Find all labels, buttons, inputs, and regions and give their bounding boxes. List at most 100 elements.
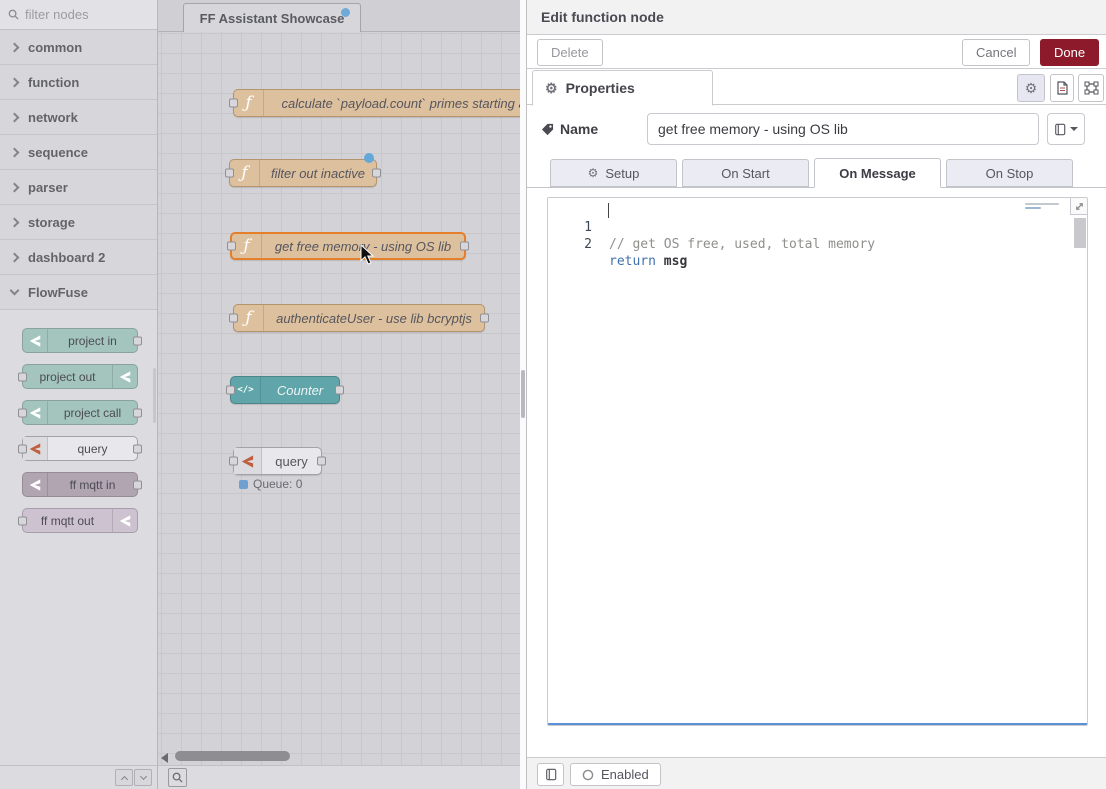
- horizontal-scrollbar[interactable]: [175, 751, 290, 761]
- function-editor-tabs: ⚙ Setup On Start On Message On Stop: [527, 158, 1106, 188]
- output-port[interactable]: [480, 314, 489, 323]
- palette-scrollbar[interactable]: [153, 368, 156, 423]
- node-query[interactable]: query: [233, 447, 322, 475]
- node-status: Queue: 0: [239, 477, 302, 491]
- tab-setup[interactable]: ⚙ Setup: [550, 159, 677, 187]
- chevron-right-icon: [10, 217, 20, 227]
- flowfuse-logo-icon: [23, 329, 48, 352]
- appearance-icon-button[interactable]: [1078, 74, 1104, 102]
- palette-category-dashboard2[interactable]: dashboard 2: [0, 240, 157, 275]
- palette-node-ff-mqtt-in[interactable]: ff mqtt in: [22, 472, 138, 497]
- palette-category-sequence[interactable]: sequence: [0, 135, 157, 170]
- tray-title: Edit function node: [527, 0, 1106, 35]
- chevron-right-icon: [10, 252, 20, 262]
- input-port[interactable]: [226, 386, 235, 395]
- output-port[interactable]: [335, 386, 344, 395]
- tab-on-start[interactable]: On Start: [682, 159, 809, 187]
- node-modified-dot: [364, 153, 374, 163]
- flowfuse-logo-icon: [112, 365, 137, 388]
- node-authenticate-user[interactable]: ƒ authenticateUser - use lib bcryptjs: [233, 304, 485, 332]
- palette-category-flowfuse[interactable]: FlowFuse: [0, 275, 157, 310]
- input-port[interactable]: [229, 457, 238, 466]
- palette-node-project-out[interactable]: project out: [22, 364, 138, 389]
- zoom-search-button[interactable]: [168, 768, 187, 787]
- library-footer-button[interactable]: [537, 763, 564, 786]
- palette-node-project-in[interactable]: project in: [22, 328, 138, 353]
- palette-category-function[interactable]: function: [0, 65, 157, 100]
- function-icon: ƒ: [234, 305, 264, 331]
- palette-category-storage[interactable]: storage: [0, 205, 157, 240]
- book-icon: [1054, 123, 1066, 136]
- properties-icon-button[interactable]: ⚙: [1017, 74, 1045, 102]
- code-editor[interactable]: 1 // get OS free, used, total memory 2 r…: [547, 197, 1088, 726]
- flow-tab-label: FF Assistant Showcase: [200, 11, 345, 26]
- gear-icon: ⚙: [545, 80, 558, 97]
- cancel-button[interactable]: Cancel: [962, 39, 1030, 66]
- chevron-down-icon: [139, 772, 146, 779]
- output-port[interactable]: [317, 457, 326, 466]
- expand-all-button[interactable]: [134, 769, 152, 786]
- palette-node-project-call[interactable]: project call: [22, 400, 138, 425]
- gear-icon: ⚙: [588, 166, 599, 180]
- node-name-input[interactable]: [647, 113, 1039, 145]
- palette-category-parser[interactable]: parser: [0, 170, 157, 205]
- input-port[interactable]: [229, 314, 238, 323]
- chevron-up-icon: [120, 775, 127, 782]
- palette-category-common[interactable]: common: [0, 30, 157, 65]
- canvas-footer: [158, 765, 520, 789]
- palette-sidebar: filter nodes common function network seq…: [0, 0, 158, 789]
- circle-toggle-icon: [582, 769, 594, 781]
- input-port[interactable]: [227, 242, 236, 251]
- flow-canvas[interactable]: ƒ calculate `payload.count` primes start…: [158, 32, 520, 765]
- input-port[interactable]: [18, 444, 27, 453]
- node-counter[interactable]: </> Counter: [230, 376, 340, 404]
- palette-category-network[interactable]: network: [0, 100, 157, 135]
- node-status-text: Queue: 0: [253, 477, 302, 491]
- flow-tab[interactable]: FF Assistant Showcase: [183, 3, 361, 33]
- scroll-left-arrow[interactable]: [161, 753, 168, 763]
- output-port[interactable]: [133, 444, 142, 453]
- input-port[interactable]: [18, 516, 27, 525]
- palette-node-ff-mqtt-out[interactable]: ff mqtt out: [22, 508, 138, 533]
- chevron-down-icon: [10, 286, 20, 296]
- tab-on-message[interactable]: On Message: [814, 158, 941, 188]
- palette-search[interactable]: filter nodes: [0, 0, 157, 30]
- palette-node-query[interactable]: query: [22, 436, 138, 461]
- node-get-free-memory[interactable]: ƒ get free memory - using OS lib: [230, 232, 466, 260]
- expand-editor-button[interactable]: [1070, 198, 1087, 215]
- output-port[interactable]: [133, 336, 142, 345]
- magnifier-icon: [172, 772, 183, 783]
- chevron-right-icon: [10, 182, 20, 192]
- editor-scrollbar[interactable]: [1074, 218, 1086, 248]
- input-port[interactable]: [229, 99, 238, 108]
- function-icon: ƒ: [234, 90, 264, 116]
- enabled-label: Enabled: [601, 767, 649, 782]
- enabled-toggle-button[interactable]: Enabled: [570, 763, 661, 786]
- input-port[interactable]: [225, 169, 234, 178]
- output-port[interactable]: [372, 169, 381, 178]
- output-port[interactable]: [460, 242, 469, 251]
- collapse-all-button[interactable]: [115, 769, 133, 786]
- tray-resize-grip[interactable]: [521, 370, 525, 418]
- node-calculate-primes[interactable]: ƒ calculate `payload.count` primes start…: [233, 89, 520, 117]
- delete-button[interactable]: Delete: [537, 39, 603, 66]
- output-port[interactable]: [133, 408, 142, 417]
- done-button[interactable]: Done: [1040, 39, 1099, 66]
- palette-search-placeholder: filter nodes: [25, 7, 89, 22]
- caret-down-icon: [1070, 127, 1078, 131]
- palette-footer: [0, 765, 157, 789]
- flowfuse-logo-icon: [23, 473, 48, 496]
- input-port[interactable]: [18, 372, 27, 381]
- library-button[interactable]: [1047, 113, 1085, 145]
- tab-properties[interactable]: ⚙ Properties: [532, 70, 713, 106]
- description-icon-button[interactable]: [1050, 74, 1074, 102]
- flow-modified-dot: [341, 8, 350, 17]
- name-label: Name: [541, 121, 598, 137]
- tab-on-stop[interactable]: On Stop: [946, 159, 1073, 187]
- output-port[interactable]: [133, 480, 142, 489]
- flowfuse-logo-icon: [112, 509, 137, 532]
- node-filter-out-inactive[interactable]: ƒ filter out inactive: [229, 159, 377, 187]
- book-icon: [545, 768, 557, 781]
- code-keyword: return: [609, 254, 656, 269]
- input-port[interactable]: [18, 408, 27, 417]
